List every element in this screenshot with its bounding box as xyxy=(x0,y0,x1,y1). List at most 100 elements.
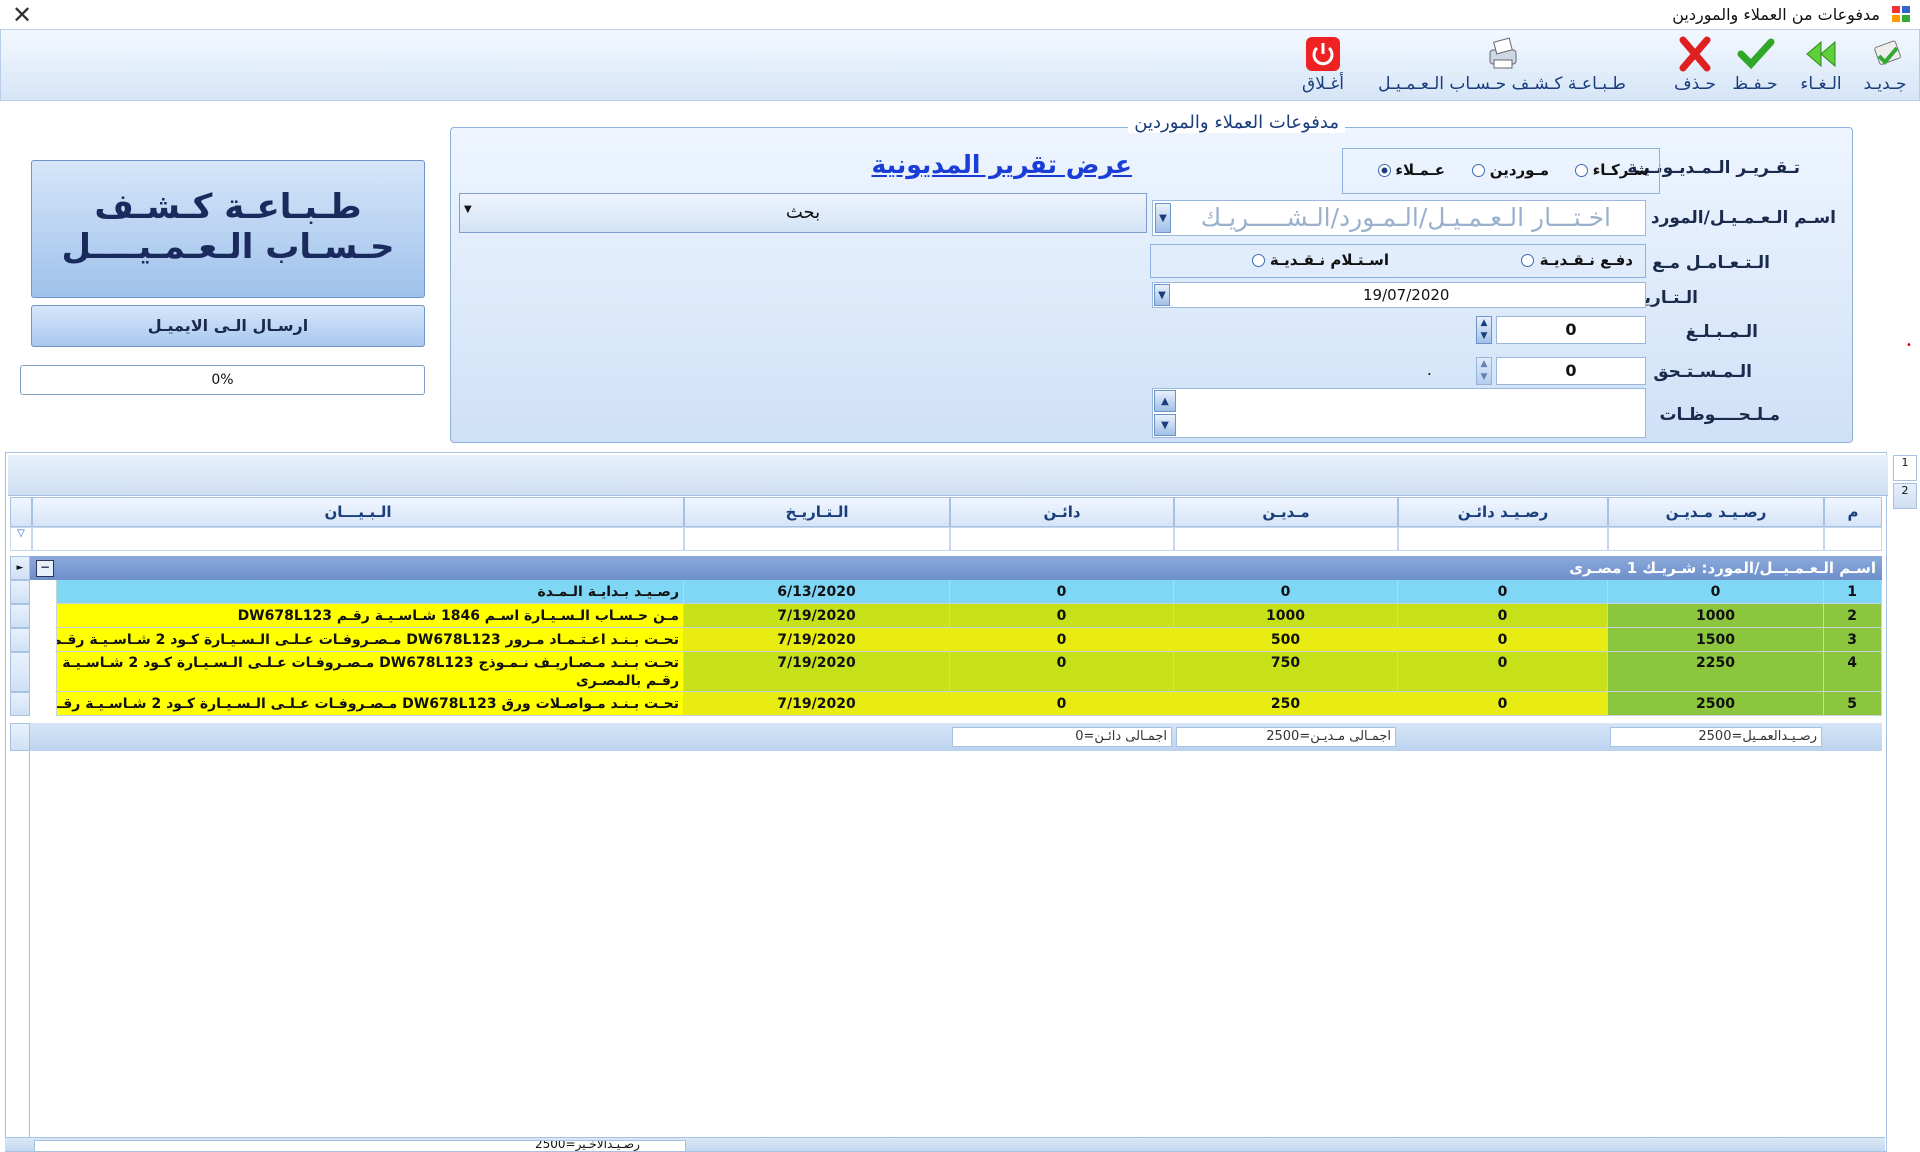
cell-date[interactable]: 7/19/2020 xyxy=(684,652,950,692)
radio-partners[interactable]: شـركـاء xyxy=(1574,161,1649,179)
save-button[interactable]: حـفـظ xyxy=(1729,34,1781,96)
group-row-indicator[interactable]: ► xyxy=(10,556,30,580)
show-debt-report-link[interactable]: عرض تقرير المديونية xyxy=(871,150,1132,179)
cell-debit-balance[interactable]: 2250 xyxy=(1608,652,1824,692)
cell-debit[interactable]: 0 xyxy=(1174,580,1398,604)
cell-date[interactable]: 7/19/2020 xyxy=(684,604,950,628)
cell-debit-balance[interactable]: 0 xyxy=(1608,580,1824,604)
amount-label: الـمـبـلـغ xyxy=(1685,322,1758,342)
cell-debit[interactable]: 500 xyxy=(1174,628,1398,652)
cell-desc[interactable]: تحـت بـنـد مـصـاريـف نـمـوذج DW678L123 م… xyxy=(56,652,684,692)
radio-customers-circle[interactable] xyxy=(1377,164,1391,177)
cell-credit[interactable]: 0 xyxy=(950,628,1174,652)
name-dropdown-button[interactable]: ▼ xyxy=(1155,203,1171,233)
cell-date[interactable]: 7/19/2020 xyxy=(684,628,950,652)
cell-credit-balance[interactable]: 0 xyxy=(1398,692,1608,716)
radio-suppliers-circle[interactable] xyxy=(1471,164,1485,177)
radio-cash-receive-circle[interactable] xyxy=(1251,254,1265,267)
column-header-debit-balance[interactable]: رصـيـد مـديـن xyxy=(1608,497,1824,527)
cell-num[interactable]: 2 xyxy=(1824,604,1882,628)
column-header-debit[interactable]: مـديـن xyxy=(1174,497,1398,527)
column-header-credit-balance[interactable]: رصـيـد دائـن xyxy=(1398,497,1608,527)
radio-cash-pay[interactable]: دفـع نـقـديـة xyxy=(1521,251,1633,269)
cell-credit[interactable]: 0 xyxy=(950,652,1174,692)
cell-debit[interactable]: 250 xyxy=(1174,692,1398,716)
column-header-credit[interactable]: دائـن xyxy=(950,497,1174,527)
cell-debit[interactable]: 750 xyxy=(1174,652,1398,692)
cell-num[interactable]: 1 xyxy=(1824,580,1882,604)
scroll-up-button[interactable]: ▲ xyxy=(1154,390,1176,412)
cell-desc[interactable]: رصـيـد بـدايـة الـمـدة xyxy=(56,580,684,604)
search-combobox[interactable]: بحث ▼ xyxy=(459,193,1147,233)
row-selector[interactable] xyxy=(10,652,30,692)
cancel-button[interactable]: الـغـاء xyxy=(1791,34,1851,96)
delete-button[interactable]: حـذف xyxy=(1667,34,1723,96)
new-button[interactable]: جـديـد xyxy=(1857,34,1913,96)
cell-credit[interactable]: 0 xyxy=(950,604,1174,628)
row-selector[interactable] xyxy=(10,628,30,652)
rewind-icon xyxy=(1806,40,1836,68)
cell-debit-balance[interactable]: 2500 xyxy=(1608,692,1824,716)
collapse-icon[interactable]: − xyxy=(36,560,54,577)
amount-spinner[interactable]: 0 xyxy=(1496,316,1646,344)
cell-debit-balance[interactable]: 1500 xyxy=(1608,628,1824,652)
cell-desc[interactable]: تحـت بـنـد مـواصـلات ورق DW678L123 مـصـر… xyxy=(56,692,684,716)
filter-icon[interactable]: ▽ xyxy=(10,527,32,551)
radio-cash-pay-circle[interactable] xyxy=(1521,254,1535,267)
date-picker[interactable]: 19/07/2020 ▼ xyxy=(1152,282,1646,308)
name-combobox[interactable]: اخـتـــار الـعـمـيـل/الـمـورد/الـشـــــر… xyxy=(1152,200,1646,236)
scroll-down-button[interactable]: ▼ xyxy=(1154,414,1176,436)
chevron-down-icon[interactable]: ▼ xyxy=(464,204,472,215)
send-email-button[interactable]: ارسـال الـى الايميـل xyxy=(31,305,425,347)
cell-num[interactable]: 5 xyxy=(1824,692,1882,716)
row-selector[interactable] xyxy=(10,692,30,716)
cell-desc[interactable]: مـن حـسـاب الـسـيـارة اسـم 1846 شـاسـيـة… xyxy=(56,604,684,628)
close-button[interactable]: أغـلاق xyxy=(1292,34,1354,96)
due-spinner[interactable]: 0 xyxy=(1496,357,1646,385)
cell-date[interactable]: 6/13/2020 xyxy=(684,580,950,604)
side-tab-2[interactable]: 2 xyxy=(1893,483,1917,509)
filter-debit-balance[interactable] xyxy=(1608,527,1824,551)
column-header-date[interactable]: الـتـاريـخ xyxy=(684,497,950,527)
notes-textarea[interactable]: ▲ ▼ xyxy=(1152,388,1646,438)
cell-date[interactable]: 7/19/2020 xyxy=(684,692,950,716)
filter-num[interactable] xyxy=(1824,527,1882,551)
radio-cash-receive[interactable]: اسـتـلام نـقـديـة xyxy=(1251,251,1389,269)
print-statement-big-button[interactable]: طـبـاعـة كـشـف حـسـاب الـعـمـيــــل xyxy=(31,160,425,298)
cell-num[interactable]: 4 xyxy=(1824,652,1882,692)
column-header-num[interactable]: م xyxy=(1824,497,1882,527)
filter-credit-balance[interactable] xyxy=(1398,527,1608,551)
filter-description[interactable] xyxy=(32,527,684,551)
indent-column xyxy=(30,580,57,716)
print-statement-button[interactable]: طـبـاعـة كـشـف حـسـاب الـعـمـيـل xyxy=(1373,34,1631,96)
footer-row-indicator xyxy=(10,723,30,751)
due-spin-buttons[interactable]: ▲ ▼ xyxy=(1476,357,1492,385)
radio-suppliers[interactable]: مـوردين xyxy=(1471,161,1549,179)
cell-credit-balance[interactable]: 0 xyxy=(1398,604,1608,628)
cell-credit-balance[interactable]: 0 xyxy=(1398,652,1608,692)
side-tab-1[interactable]: 1 xyxy=(1893,455,1917,481)
footer-total-credit: اجمـالى دائـن=0 xyxy=(952,727,1172,747)
filter-debit[interactable] xyxy=(1174,527,1398,551)
row-selector[interactable] xyxy=(10,604,30,628)
amount-spin-buttons[interactable]: ▲ ▼ xyxy=(1476,316,1492,344)
row-selector[interactable] xyxy=(10,580,30,604)
radio-customers[interactable]: عـمـلاء xyxy=(1377,161,1445,179)
date-dropdown-button[interactable]: ▼ xyxy=(1154,284,1170,306)
cell-debit[interactable]: 1000 xyxy=(1174,604,1398,628)
close-icon[interactable]: ✕ xyxy=(12,1,32,29)
cell-num[interactable]: 3 xyxy=(1824,628,1882,652)
group-row[interactable]: − اسـم الـعـمـيــل/المورد: شـريـك 1 مصـر… xyxy=(30,556,1882,580)
filter-date[interactable] xyxy=(684,527,950,551)
column-header-description[interactable]: الـبـيـــان xyxy=(32,497,684,527)
cell-credit-balance[interactable]: 0 xyxy=(1398,580,1608,604)
cell-credit[interactable]: 0 xyxy=(950,580,1174,604)
radio-partners-circle[interactable] xyxy=(1574,164,1588,177)
filter-credit[interactable] xyxy=(950,527,1174,551)
cell-credit[interactable]: 0 xyxy=(950,692,1174,716)
cell-desc[interactable]: تحـت بـنـد اعـتـمـاد مـرور DW678L123 مـص… xyxy=(56,628,684,652)
app-icon xyxy=(1892,6,1910,22)
cell-debit-balance[interactable]: 1000 xyxy=(1608,604,1824,628)
toolbar: جـديـد الـغـاء حـفـظ حـذف طـبـاعـة كـشـف… xyxy=(0,29,1920,101)
cell-credit-balance[interactable]: 0 xyxy=(1398,628,1608,652)
